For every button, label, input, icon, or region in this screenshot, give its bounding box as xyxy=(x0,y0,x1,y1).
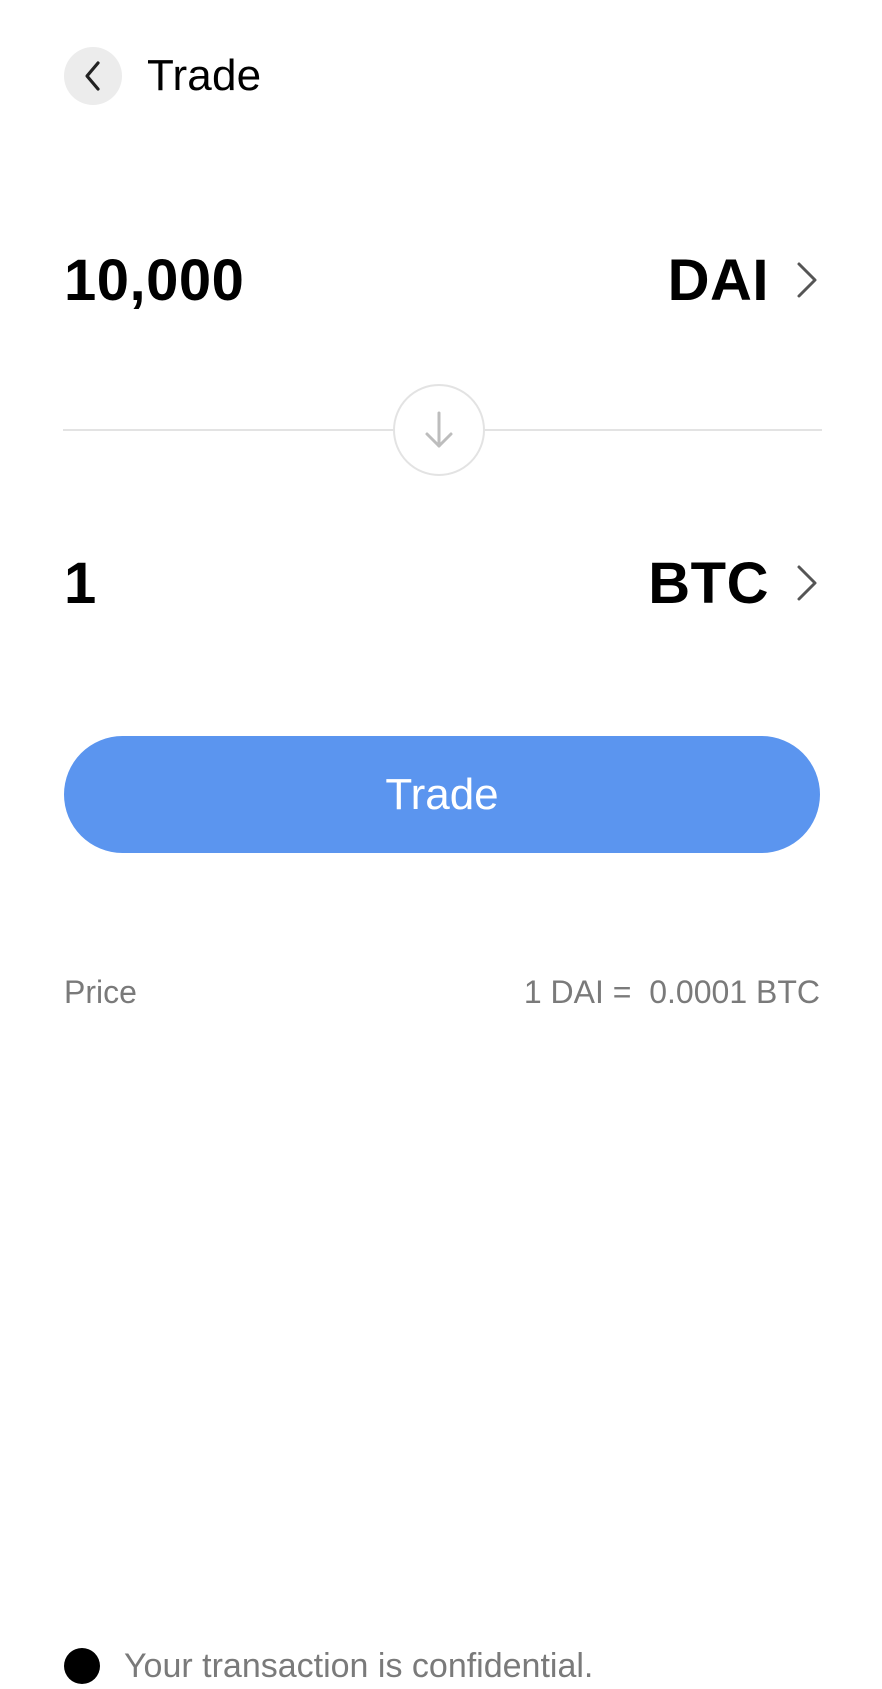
from-amount-input[interactable]: 10,000 xyxy=(64,247,244,314)
price-value: 1 DAI = 0.0001 BTC xyxy=(523,973,820,1010)
price-row: Price 1 DAI = 0.0001 BTC xyxy=(64,970,820,1014)
trade-button[interactable]: Trade xyxy=(64,736,820,853)
to-amount-input[interactable]: 1 xyxy=(64,550,97,617)
arrow-down-icon xyxy=(425,411,453,448)
swap-direction-button[interactable] xyxy=(393,384,485,476)
page-title: Trade xyxy=(147,51,262,100)
from-token-select[interactable]: DAI xyxy=(668,247,821,314)
to-token-symbol: BTC xyxy=(648,550,769,616)
header: Trade xyxy=(64,47,261,105)
price-label: Price xyxy=(64,973,137,1010)
confidential-text: Your transaction is confidential. xyxy=(124,1646,594,1685)
from-token-symbol: DAI xyxy=(667,247,769,313)
chevron-right-icon xyxy=(793,561,821,605)
to-token-select[interactable]: BTC xyxy=(648,550,821,617)
trade-screen: Trade 10,000 DAI 1 BTC Trade Price 1 DAI… xyxy=(0,0,882,1689)
to-row: 1 BTC xyxy=(64,543,821,623)
confidential-note: Your transaction is confidential. xyxy=(64,1644,593,1688)
from-row: 10,000 DAI xyxy=(64,240,821,320)
back-button[interactable] xyxy=(64,47,122,105)
privacy-dot-icon xyxy=(64,1648,100,1684)
chevron-left-icon xyxy=(85,61,100,91)
chevron-right-icon xyxy=(793,258,821,302)
